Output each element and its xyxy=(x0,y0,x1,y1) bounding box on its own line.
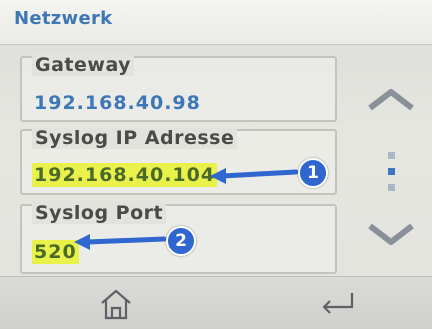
syslog-ip-field[interactable]: Syslog IP Adresse 192.168.40.104 xyxy=(20,127,337,195)
footer-bar xyxy=(0,276,432,329)
chevron-up-icon xyxy=(368,89,414,111)
gateway-label: Gateway xyxy=(32,54,135,76)
annotation-badge-2: 2 xyxy=(166,226,196,256)
annotation-badge-1: 1 xyxy=(298,158,328,188)
device-screen: Netzwerk Gateway 192.168.40.98 Syslog IP… xyxy=(0,0,432,329)
scroll-dot xyxy=(388,152,395,159)
scroll-up-button[interactable] xyxy=(366,84,416,114)
syslog-port-value[interactable]: 520 xyxy=(32,240,79,264)
syslog-ip-value[interactable]: 192.168.40.104 xyxy=(32,163,218,187)
scroll-column xyxy=(352,44,432,276)
scroll-indicator xyxy=(388,152,396,192)
page-title: Netzwerk xyxy=(14,8,113,29)
scroll-dot xyxy=(388,184,395,191)
home-button[interactable] xyxy=(98,286,134,322)
syslog-ip-label: Syslog IP Adresse xyxy=(32,127,238,149)
scroll-dot-active xyxy=(388,168,395,175)
gateway-value[interactable]: 192.168.40.98 xyxy=(34,92,201,114)
gateway-field[interactable]: Gateway 192.168.40.98 xyxy=(20,54,337,122)
header-bar: Netzwerk xyxy=(0,0,432,45)
scroll-down-button[interactable] xyxy=(366,218,416,248)
home-icon xyxy=(101,289,131,320)
chevron-down-icon xyxy=(368,223,414,245)
syslog-port-label: Syslog Port xyxy=(32,202,167,224)
return-icon xyxy=(322,293,354,314)
back-button[interactable] xyxy=(318,289,358,319)
